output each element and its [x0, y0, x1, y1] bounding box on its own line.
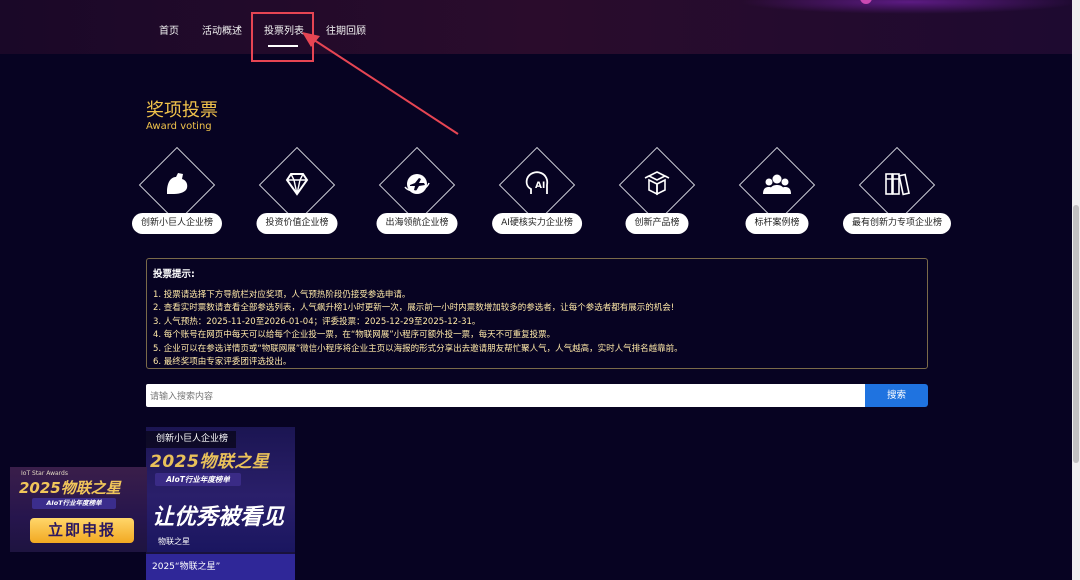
- floating-promo-banner[interactable]: IoT Star Awards 2025物联之星 AIoT行业年度榜单 立即申报: [10, 467, 147, 552]
- poster-brand: 物联之星: [158, 537, 190, 546]
- nav-item-overview[interactable]: 活动概述: [202, 22, 242, 37]
- svg-text:AI: AI: [535, 181, 545, 191]
- tips-title: 投票提示:: [153, 269, 195, 280]
- category-label: 创新产品榜: [625, 213, 689, 234]
- entry-card[interactable]: 2025物联之星 AIoT行业年度榜单 让优秀被看见 物联之星 创新小巨人企业榜…: [146, 427, 295, 580]
- globe-plane-icon: [404, 174, 430, 194]
- tips-line: 3. 人气预热：2025-11-20至2026-01-04；评委投票：2025-…: [153, 316, 481, 327]
- category-small-giant[interactable]: 创新小巨人企业榜: [127, 146, 227, 240]
- category-label: 投资价值企业榜: [256, 213, 338, 234]
- scrollbar-thumb[interactable]: [1073, 205, 1079, 463]
- category-label: 出海领航企业榜: [376, 213, 458, 234]
- books-icon: [885, 173, 910, 196]
- tips-line: 1. 投票请选择下方导航栏对应奖项，人气预热阶段仍接受参选申请。: [153, 290, 411, 300]
- boxes-icon: [644, 171, 670, 196]
- page-scrollbar[interactable]: [1072, 0, 1080, 580]
- header-glow-decoration: [740, 0, 1072, 14]
- people-group-icon: [763, 174, 791, 194]
- category-innovative-product[interactable]: 创新产品榜: [607, 146, 707, 240]
- promo-subtitle: AIoT行业年度榜单: [32, 498, 116, 509]
- category-going-global[interactable]: 出海领航企业榜: [367, 146, 467, 240]
- category-most-innovative[interactable]: 最有创新力专项企业榜: [842, 146, 952, 240]
- tips-line: 2. 查看实时票数请查看全部参选列表，人气飙升榜1小时更新一次，展示前一小时内票…: [153, 303, 675, 314]
- search-input[interactable]: [146, 384, 865, 407]
- top-navbar: 首页 活动概述 投票列表 往期回顾: [0, 0, 1072, 54]
- voting-tips-panel: 投票提示: 1. 投票请选择下方导航栏对应奖项，人气预热阶段仍接受参选申请。 2…: [146, 258, 928, 369]
- tips-line: 4. 每个账号在网页中每天可以给每个企业投一票，在“物联网展”小程序可额外投一票…: [153, 330, 556, 341]
- category-label: AI硬核实力企业榜: [492, 213, 582, 234]
- section-subtitle: Award voting: [146, 121, 212, 132]
- category-benchmark-case[interactable]: 标杆案例榜: [727, 146, 827, 240]
- tips-line: 6. 最终奖项由专家评委团评选投出。: [153, 357, 292, 368]
- apply-now-button[interactable]: 立即申报: [30, 518, 134, 543]
- nav-item-home[interactable]: 首页: [159, 22, 179, 37]
- section-title: 奖项投票: [146, 100, 218, 121]
- ai-head-icon: AI: [525, 171, 549, 194]
- category-label: 创新小巨人企业榜: [131, 213, 223, 234]
- search-button[interactable]: 搜索: [865, 384, 928, 407]
- card-category-tag: 创新小巨人企业榜: [146, 431, 237, 448]
- category-label: 标杆案例榜: [745, 213, 809, 234]
- diamond-icon: [285, 173, 309, 196]
- promo-label: IoT Star Awards: [21, 470, 68, 477]
- annotation-arrow-icon: [302, 32, 459, 135]
- poster-slogan: 让优秀被看见: [152, 505, 285, 530]
- promo-title: 2025物联之星: [19, 479, 121, 497]
- poster-title: 2025物联之星: [150, 452, 270, 472]
- card-caption[interactable]: 2025“物联之星”: [146, 554, 295, 580]
- flexed-arm-icon: [167, 173, 188, 194]
- category-label: 最有创新力专项企业榜: [842, 213, 952, 234]
- tips-line: 5. 企业可以在参选详情页或“物联网展”微信小程序将企业主页以海报的形式分享出去…: [153, 343, 683, 354]
- category-investment-value[interactable]: 投资价值企业榜: [247, 146, 347, 240]
- category-ai-strength[interactable]: AI AI硬核实力企业榜: [487, 146, 587, 240]
- poster-subtitle: AIoT行业年度榜单: [155, 473, 241, 486]
